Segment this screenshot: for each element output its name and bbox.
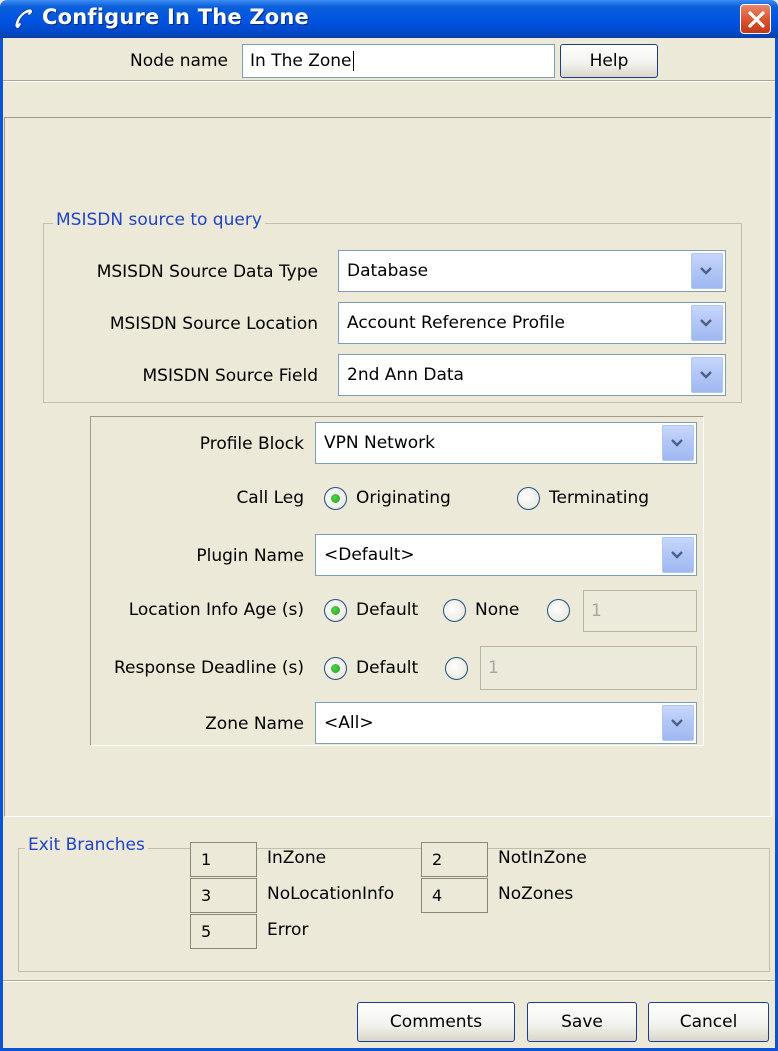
plugin-name-label: Plugin Name	[196, 546, 304, 566]
footer-separator	[3, 980, 775, 982]
location-age-input[interactable]: 1	[583, 590, 697, 632]
call-leg-terminating-label[interactable]: Terminating	[549, 486, 649, 510]
branch-name: NoLocationInfo	[267, 884, 395, 904]
chevron-down-icon[interactable]	[662, 705, 694, 741]
response-deadline-default-label[interactable]: Default	[356, 656, 418, 680]
branch-name: Error	[267, 920, 309, 940]
location-age-custom-radio[interactable]	[547, 599, 570, 622]
branch-number: 4	[421, 878, 488, 913]
branch-number: 3	[190, 878, 257, 913]
profile-block-select[interactable]: VPN Network	[315, 422, 697, 464]
save-button[interactable]: Save	[527, 1002, 637, 1042]
branch-number: 2	[421, 842, 488, 877]
msisdn-group-title: MSISDN source to query	[53, 210, 265, 230]
msisdn-field-select[interactable]: 2nd Ann Data	[338, 354, 726, 396]
location-age-default-radio[interactable]	[324, 599, 347, 622]
response-deadline-custom-radio[interactable]	[445, 657, 468, 680]
header-separator	[3, 80, 775, 82]
text-caret	[352, 51, 354, 71]
msisdn-data-type-label: MSISDN Source Data Type	[96, 262, 318, 282]
cancel-button[interactable]: Cancel	[648, 1002, 769, 1042]
zone-name-value: <All>	[324, 713, 374, 733]
call-leg-terminating-radio[interactable]	[517, 487, 540, 510]
location-age-none-label[interactable]: None	[475, 598, 519, 622]
location-age-default-label[interactable]: Default	[356, 598, 418, 622]
node-name-value: In The Zone	[250, 51, 352, 71]
msisdn-location-label: MSISDN Source Location	[109, 314, 318, 334]
exit-branches-group	[18, 848, 770, 972]
branch-name: NoZones	[498, 884, 574, 904]
call-leg-label: Call Leg	[236, 488, 304, 508]
close-icon	[748, 11, 765, 28]
branch-number: 5	[190, 914, 257, 949]
comments-button[interactable]: Comments	[357, 1002, 515, 1042]
call-leg-originating-radio[interactable]	[324, 487, 347, 510]
chevron-down-icon[interactable]	[662, 425, 694, 461]
zone-name-label: Zone Name	[205, 714, 304, 734]
profile-panel	[90, 416, 704, 746]
title-bar[interactable]: Configure In The Zone	[0, 0, 778, 38]
zone-name-select[interactable]: <All>	[315, 702, 697, 744]
location-age-none-radio[interactable]	[443, 599, 466, 622]
msisdn-data-type-select[interactable]: Database	[338, 250, 726, 292]
msisdn-location-value: Account Reference Profile	[347, 313, 565, 333]
msisdn-field-label: MSISDN Source Field	[142, 366, 318, 386]
msisdn-data-type-value: Database	[347, 261, 429, 281]
profile-block-value: VPN Network	[324, 433, 435, 453]
chevron-down-icon[interactable]	[662, 537, 694, 573]
phone-handset-icon	[10, 6, 36, 32]
branch-name: InZone	[267, 848, 327, 868]
node-name-input[interactable]: In The Zone	[242, 44, 555, 78]
window-title: Configure In The Zone	[42, 5, 309, 29]
response-deadline-input[interactable]: 1	[480, 646, 697, 690]
branch-name: NotInZone	[498, 848, 587, 868]
exit-branches-title: Exit Branches	[25, 835, 148, 855]
branch-number: 1	[190, 842, 257, 877]
response-deadline-default-radio[interactable]	[324, 657, 347, 680]
response-deadline-label: Response Deadline (s)	[113, 658, 304, 678]
chevron-down-icon[interactable]	[691, 357, 723, 393]
plugin-name-value: <Default>	[324, 545, 415, 565]
profile-block-label: Profile Block	[199, 434, 304, 454]
plugin-name-select[interactable]: <Default>	[315, 534, 697, 576]
msisdn-location-select[interactable]: Account Reference Profile	[338, 302, 726, 344]
chevron-down-icon[interactable]	[691, 253, 723, 289]
help-button[interactable]: Help	[560, 44, 658, 78]
location-info-age-label: Location Info Age (s)	[128, 600, 304, 620]
call-leg-originating-label[interactable]: Originating	[356, 486, 451, 510]
msisdn-field-value: 2nd Ann Data	[347, 365, 464, 385]
close-button[interactable]	[740, 4, 771, 34]
node-name-label: Node name	[130, 51, 228, 71]
chevron-down-icon[interactable]	[691, 305, 723, 341]
